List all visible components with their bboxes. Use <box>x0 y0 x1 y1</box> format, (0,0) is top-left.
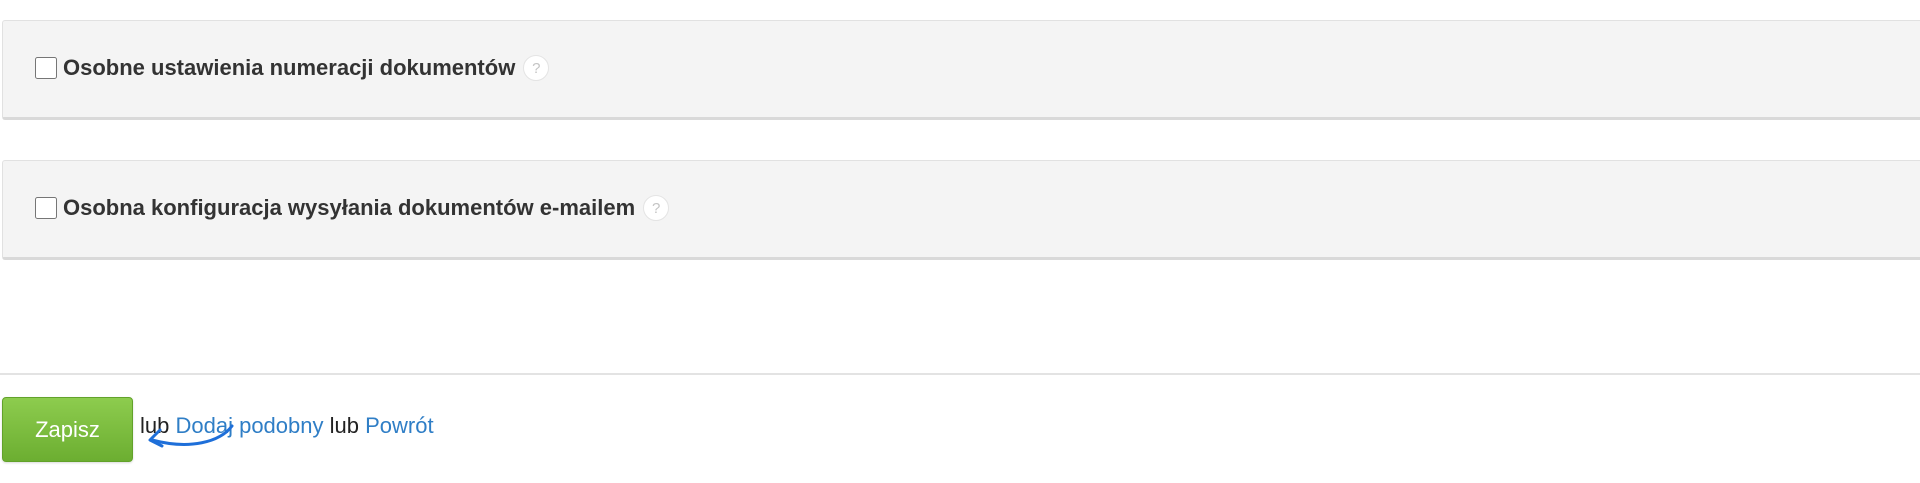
numbering-settings-row: Osobne ustawienia numeracji dokumentów ? <box>35 54 550 82</box>
numbering-settings-panel: Osobne ustawienia numeracji dokumentów ? <box>2 20 1920 120</box>
separate-email-config-label[interactable]: Osobna konfiguracja wysyłania dokumentów… <box>63 195 635 221</box>
separate-numbering-label[interactable]: Osobne ustawienia numeracji dokumentów <box>63 55 515 81</box>
separator-text: lub <box>329 413 359 438</box>
help-icon[interactable]: ? <box>643 195 670 221</box>
curved-arrow-icon <box>148 424 234 448</box>
email-settings-panel: Osobna konfiguracja wysyłania dokumentów… <box>2 160 1920 260</box>
back-link[interactable]: Powrót <box>365 413 433 438</box>
separate-email-config-checkbox[interactable] <box>35 197 57 219</box>
help-icon[interactable]: ? <box>523 55 550 81</box>
separate-numbering-checkbox[interactable] <box>35 57 57 79</box>
form-page: Osobne ustawienia numeracji dokumentów ?… <box>0 0 1920 483</box>
save-button[interactable]: Zapisz <box>2 397 133 462</box>
email-settings-row: Osobna konfiguracja wysyłania dokumentów… <box>35 194 670 222</box>
footer-divider <box>0 373 1920 375</box>
